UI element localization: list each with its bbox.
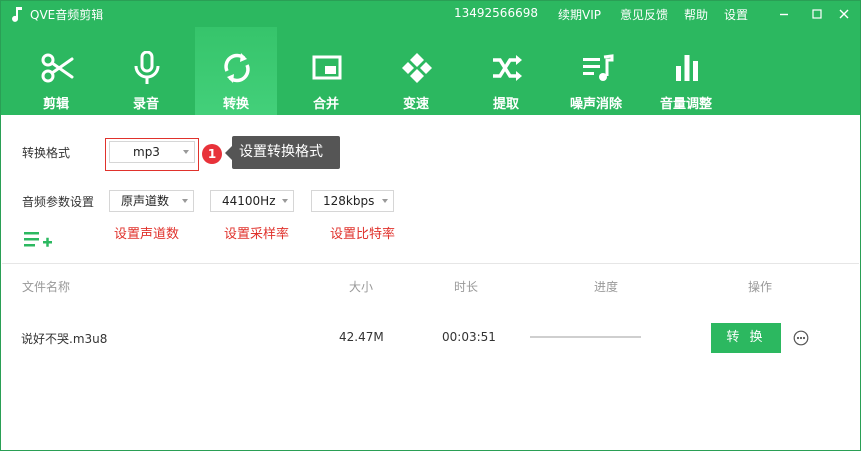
tool-cut[interactable]: 剪辑 [15,27,97,115]
app-title: QVE音频剪辑 [30,8,104,22]
tool-merge-label: 合并 [312,97,339,112]
header-file-name: 文件名称 [22,280,71,294]
row-file-name: 说好不哭.m3u8 [21,332,108,346]
main-toolbar: 剪辑 录音 转换 合并 变速 提取 噪声消除 音量调整 [1,27,860,115]
maximize-icon[interactable] [804,1,830,27]
format-select-value: mp3 [133,145,160,159]
bitrate-select[interactable]: 128kbps [311,190,394,212]
add-file-icon[interactable] [24,229,52,251]
channels-note: 设置声道数 [114,227,180,242]
app-window: QVE音频剪辑 13492566698 续期VIP 意见反馈 帮助 设置 剪辑 [0,0,861,451]
close-icon[interactable] [831,1,857,27]
title-bar: QVE音频剪辑 13492566698 续期VIP 意见反馈 帮助 设置 [1,1,860,27]
tool-speed[interactable]: 变速 [375,27,457,115]
tool-volume-label: 音量调整 [659,97,712,112]
format-select[interactable]: mp3 [109,141,195,163]
channels-select[interactable]: 原声道数 [109,190,194,212]
channels-select-value: 原声道数 [121,194,170,208]
volume-bars-icon [676,55,698,81]
step-badge: 1 [202,144,222,164]
tool-speed-label: 变速 [402,97,429,112]
bitrate-note: 设置比特率 [330,227,396,242]
header-action: 操作 [748,280,773,294]
chevron-down-icon [182,199,188,203]
format-tooltip: 设置转换格式 [225,136,340,169]
bitrate-select-value: 128kbps [323,194,375,208]
account-phone: 13492566698 [454,6,538,20]
shuffle-icon [493,55,522,81]
format-label: 转换格式 [22,146,71,160]
sample-rate-select[interactable]: 44100Hz [210,190,294,212]
tool-merge[interactable]: 合并 [285,27,367,115]
tool-denoise[interactable]: 噪声消除 [555,27,637,115]
tool-convert[interactable]: 转换 [195,27,277,115]
chevron-down-icon [282,199,288,203]
scissors-icon [41,53,74,83]
tool-extract[interactable]: 提取 [465,27,547,115]
settings-link[interactable]: 设置 [724,6,748,23]
speed-icon [402,53,432,83]
sample-rate-note: 设置采样率 [224,227,290,242]
row-progress-bar [530,336,641,338]
renew-vip-link[interactable]: 续期VIP [558,6,601,23]
tool-volume[interactable]: 音量调整 [645,27,727,115]
row-duration: 00:03:51 [442,330,496,344]
help-link[interactable]: 帮助 [684,6,708,23]
minimize-icon[interactable] [771,1,797,27]
tool-cut-label: 剪辑 [42,97,69,112]
music-note-icon [12,7,22,22]
params-label: 音频参数设置 [22,195,95,209]
chevron-down-icon [183,150,189,154]
row-size: 42.47M [339,330,384,344]
microphone-icon [134,51,160,84]
header-size: 大小 [349,280,374,294]
convert-button[interactable]: 转 换 [711,323,781,353]
tool-extract-label: 提取 [492,97,519,112]
chevron-down-icon [382,199,388,203]
denoise-icon [583,54,614,81]
tool-record-label: 录音 [132,97,159,112]
tool-record[interactable]: 录音 [105,27,187,115]
more-options-icon[interactable] [793,330,809,346]
section-divider [2,263,859,264]
tool-denoise-label: 噪声消除 [569,97,622,112]
header-duration: 时长 [454,280,479,294]
feedback-link[interactable]: 意见反馈 [620,6,668,23]
merge-icon [312,55,342,80]
sample-rate-select-value: 44100Hz [222,194,276,208]
tool-convert-label: 转换 [222,97,249,112]
convert-icon [224,53,250,83]
header-progress: 进度 [594,280,619,294]
